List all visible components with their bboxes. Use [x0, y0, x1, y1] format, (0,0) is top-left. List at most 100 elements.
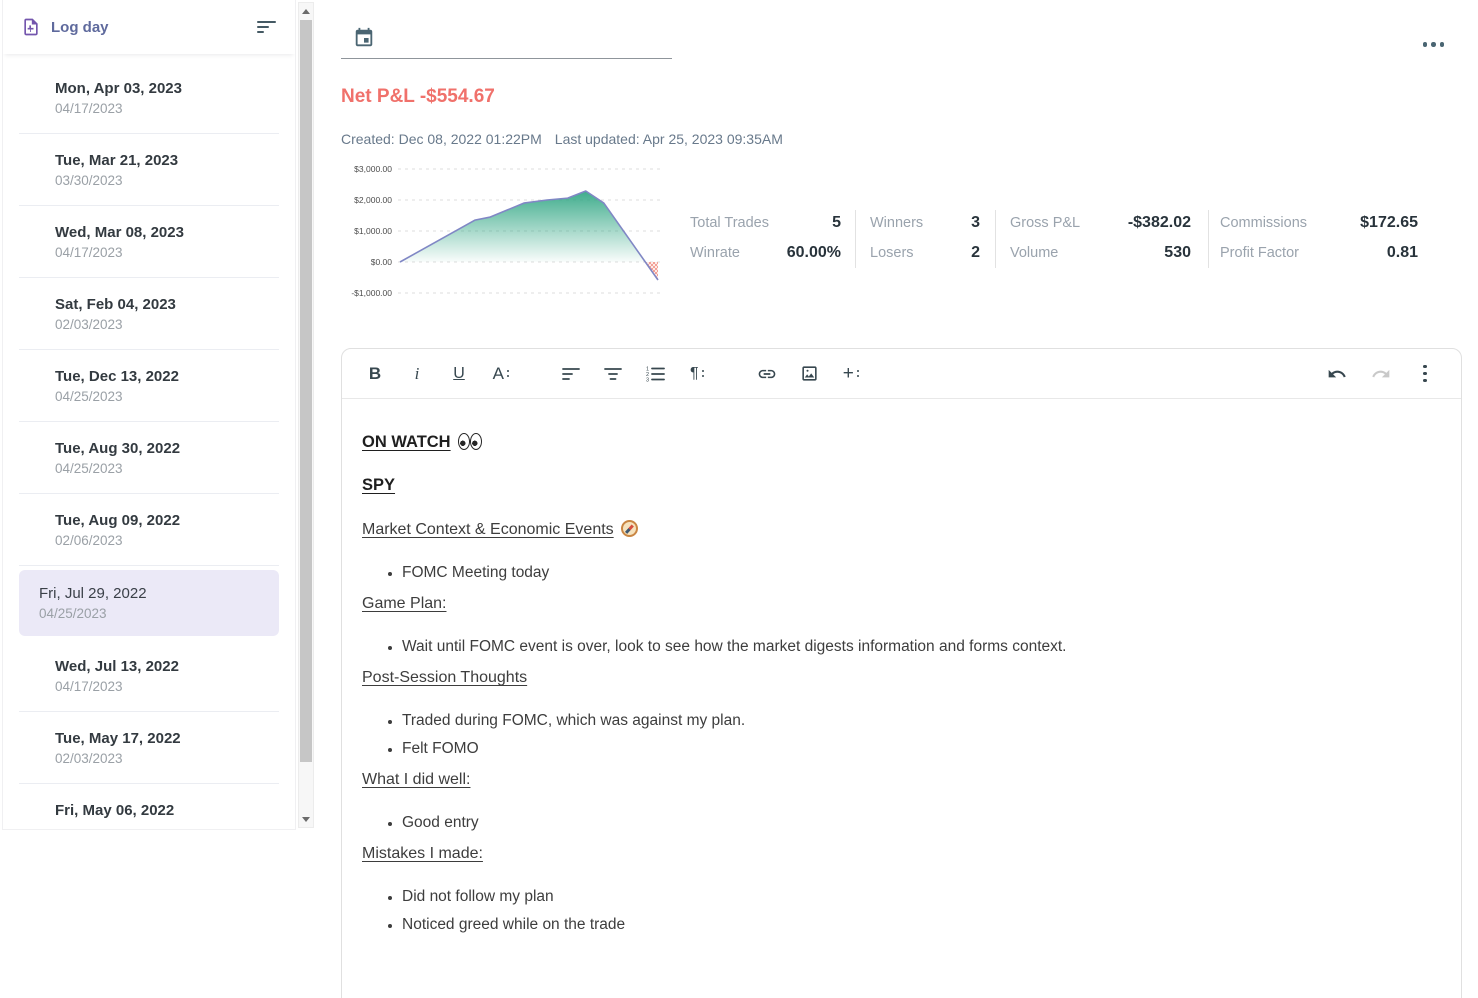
trading-journal-app: Log day Mon, Apr 03, 2023 04/17/2023 Tue…: [0, 0, 1478, 998]
image-button[interactable]: [795, 360, 823, 388]
editor-heading: Post-Session Thoughts: [362, 670, 1439, 686]
calendar-icon: [353, 27, 375, 49]
editor-heading: What I did well:: [362, 772, 1439, 788]
stat-value: 3: [971, 214, 980, 232]
stat-value: 2: [971, 244, 980, 262]
editor-heading: ON WATCH: [362, 433, 1439, 450]
bullet-item: Wait until FOMC event is over, look to s…: [402, 639, 1439, 655]
updated-timestamp: Last updated: Apr 25, 2023 09:35AM: [555, 131, 783, 147]
bullet-list: FOMC Meeting today: [362, 565, 1439, 581]
bullet-list: Traded during FOMC, which was against my…: [362, 713, 1439, 757]
add-document-icon: [21, 17, 41, 37]
stat-label: Profit Factor: [1220, 245, 1299, 261]
svg-text:$2,000.00: $2,000.00: [354, 195, 392, 205]
scrollbar-thumb[interactable]: [300, 20, 312, 762]
align-left-button[interactable]: [557, 360, 585, 388]
svg-text:3: 3: [646, 377, 649, 382]
day-entry[interactable]: Tue, Aug 30, 2022 04/25/2023: [3, 422, 295, 493]
bullet-list: Wait until FOMC event is over, look to s…: [362, 639, 1439, 655]
vertical-dots-icon: [1423, 365, 1427, 383]
stat-value: -$382.02: [1128, 214, 1191, 232]
stat-column: Gross P&L-$382.02 Volume530: [1010, 160, 1191, 306]
journal-sidebar: Log day Mon, Apr 03, 2023 04/17/2023 Tue…: [2, 0, 296, 830]
divider: [19, 565, 279, 566]
sidebar-header: Log day: [3, 0, 295, 54]
rich-text-editor: B i U A 123 ¶: [341, 348, 1462, 998]
bold-button[interactable]: B: [361, 360, 389, 388]
day-entry[interactable]: Tue, Dec 13, 2022 04/25/2023: [3, 350, 295, 421]
align-center-icon: [604, 366, 622, 382]
stat-column: Winners 3 Losers 2: [870, 160, 980, 306]
divider: [995, 210, 996, 268]
ordered-list-button[interactable]: 123: [641, 360, 669, 388]
svg-text:$3,000.00: $3,000.00: [354, 164, 392, 174]
pnl-chart-svg: $3,000.00$2,000.00$1,000.00$0.00-$1,000.…: [343, 160, 665, 306]
link-button[interactable]: [753, 360, 781, 388]
created-timestamp: Created: Dec 08, 2022 01:22PM: [341, 131, 542, 147]
stat-value: 5: [832, 214, 841, 232]
stat-label: Losers: [870, 245, 914, 261]
stat-label: Volume: [1010, 245, 1058, 261]
day-entry[interactable]: Tue, May 17, 2022 02/03/2023: [3, 712, 295, 783]
stat-label: Commissions: [1220, 215, 1307, 231]
align-left-icon: [562, 366, 580, 382]
editor-heading: Market Context & Economic Events: [362, 520, 1439, 538]
stat-column: Total Trades 5 Winrate 60.00%: [690, 160, 841, 306]
paragraph-button[interactable]: ¶: [683, 360, 711, 388]
day-entry-selected[interactable]: Fri, Jul 29, 2022 04/25/2023: [19, 570, 279, 636]
bullet-item: Noticed greed while on the trade: [402, 917, 1439, 933]
day-entry-list: Mon, Apr 03, 2023 04/17/2023 Tue, Mar 21…: [3, 54, 295, 830]
day-entry[interactable]: Wed, Mar 08, 2023 04/17/2023: [3, 206, 295, 277]
stat-label: Total Trades: [690, 215, 769, 231]
image-icon: [800, 364, 819, 383]
compass-emoji: [621, 520, 638, 537]
insert-more-button[interactable]: +: [837, 360, 865, 388]
day-entry[interactable]: Tue, Aug 09, 2022 02/06/2023: [3, 494, 295, 565]
bullet-list: Good entry: [362, 815, 1439, 831]
italic-button[interactable]: i: [403, 360, 431, 388]
editor-toolbar: B i U A 123 ¶: [342, 349, 1461, 399]
log-day-label: Log day: [51, 19, 109, 36]
scroll-down-button[interactable]: [299, 811, 313, 827]
undo-icon: [1327, 364, 1347, 384]
bullet-list: Did not follow my plan Noticed greed whi…: [362, 889, 1439, 933]
svg-text:$0.00: $0.00: [371, 257, 393, 267]
align-center-button[interactable]: [599, 360, 627, 388]
day-entry[interactable]: Tue, Mar 21, 2023 03/30/2023: [3, 134, 295, 205]
day-entry[interactable]: Fri, May 06, 2022: [3, 784, 295, 830]
scroll-up-button[interactable]: [299, 3, 313, 19]
log-day-button[interactable]: Log day: [21, 17, 109, 37]
day-overview: $3,000.00$2,000.00$1,000.00$0.00-$1,000.…: [341, 160, 1462, 306]
sort-icon[interactable]: [257, 20, 277, 34]
undo-button[interactable]: [1323, 360, 1351, 388]
day-entry[interactable]: Mon, Apr 03, 2023 04/17/2023: [3, 62, 295, 133]
editor-menu-button[interactable]: [1411, 360, 1439, 388]
day-entry[interactable]: Wed, Jul 13, 2022 04/17/2023: [3, 640, 295, 711]
divider: [855, 210, 856, 268]
editor-heading: SPY: [362, 477, 1439, 493]
eyes-emoji: [458, 433, 483, 450]
link-icon: [757, 364, 777, 384]
day-entry[interactable]: Sat, Feb 04, 2023 02/03/2023: [3, 278, 295, 349]
stat-value: 0.81: [1387, 244, 1418, 262]
stat-label: Gross P&L: [1010, 215, 1080, 231]
redo-button[interactable]: [1367, 360, 1395, 388]
editor-heading: Game Plan:: [362, 596, 1439, 612]
underline-button[interactable]: U: [445, 360, 473, 388]
stat-value: 60.00%: [787, 244, 841, 262]
bullet-item: FOMC Meeting today: [402, 565, 1439, 581]
svg-text:$1,000.00: $1,000.00: [354, 226, 392, 236]
sidebar-scrollbar[interactable]: [298, 2, 314, 828]
stat-label: Winrate: [690, 245, 740, 261]
bullet-item: Did not follow my plan: [402, 889, 1439, 905]
net-pnl-title: Net P&L -$554.67: [341, 86, 495, 108]
editor-content[interactable]: ON WATCH SPY Market Context & Economic E…: [342, 399, 1461, 968]
more-options-button[interactable]: [1419, 38, 1449, 51]
timestamps: Created: Dec 08, 2022 01:22PM Last updat…: [341, 131, 783, 147]
date-picker-field[interactable]: [341, 20, 672, 59]
font-style-button[interactable]: A: [487, 360, 515, 388]
stat-label: Winners: [870, 215, 923, 231]
bullet-item: Traded during FOMC, which was against my…: [402, 713, 1439, 729]
divider: [1208, 210, 1209, 268]
editor-heading: Mistakes I made:: [362, 846, 1439, 862]
